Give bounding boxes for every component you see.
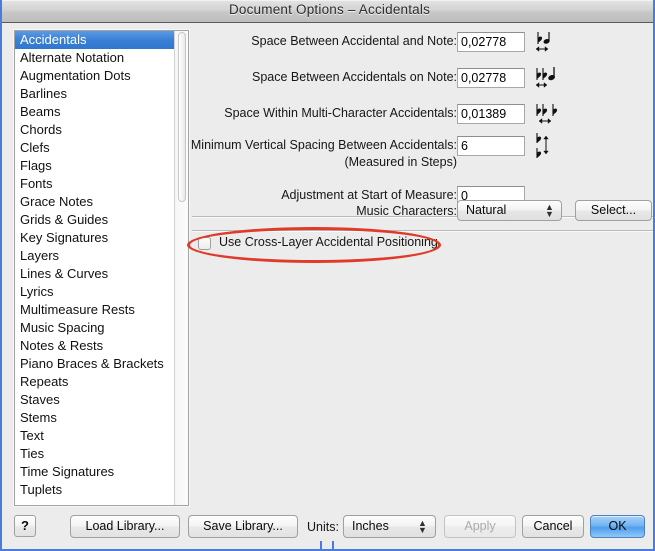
use-cross-layer-accidental-positioning-checkbox[interactable] — [198, 237, 211, 250]
sidebar-item-piano-braces-brackets[interactable]: Piano Braces & Brackets — [15, 355, 175, 373]
sidebar-item-label: Time Signatures — [20, 464, 114, 479]
sidebar-item-label: Staves — [20, 392, 60, 407]
load-library-button[interactable]: Load Library... — [70, 515, 180, 538]
double-flat-note-horizontal-space-icon — [534, 66, 570, 92]
sidebar-item-notes-rests[interactable]: Notes & Rests — [15, 337, 175, 355]
space-between-accidental-and-note-input[interactable] — [457, 32, 525, 52]
chevron-updown-icon: ▲▼ — [418, 520, 427, 535]
field-row-space-between-accidental-and-note: Space Between Accidental and Note: — [192, 32, 655, 54]
sidebar-item-label: Multimeasure Rests — [20, 302, 135, 317]
sidebar-item-label: Lyrics — [20, 284, 53, 299]
sidebar-item-label: Clefs — [20, 140, 50, 155]
sidebar-item-ties[interactable]: Ties — [15, 445, 175, 463]
sidebar-item-label: Fonts — [20, 176, 53, 191]
category-list: Accidentals Alternate Notation Augmentatio… — [15, 31, 175, 499]
sidebar-item-flags[interactable]: Flags — [15, 157, 175, 175]
sidebar-item-label: Flags — [20, 158, 52, 173]
minimum-vertical-spacing-input[interactable] — [457, 136, 525, 156]
window-title: Document Options – Accidentals — [2, 2, 655, 17]
flat-vertical-space-icon — [534, 132, 570, 158]
music-characters-value: Natural — [466, 203, 506, 217]
units-label: Units: — [307, 520, 339, 534]
category-listbox[interactable]: Accidentals Alternate Notation Augmentatio… — [14, 30, 189, 506]
sidebar-item-label: Key Signatures — [20, 230, 108, 245]
sidebar-item-stems[interactable]: Stems — [15, 409, 175, 427]
sidebar-item-key-signatures[interactable]: Key Signatures — [15, 229, 175, 247]
sidebar-item-label: Beams — [20, 104, 60, 119]
field-label: Space Between Accidental and Note: — [251, 34, 457, 48]
multi-character-flat-space-icon — [534, 102, 570, 128]
sidebar-item-lyrics[interactable]: Lyrics — [15, 283, 175, 301]
space-within-multi-character-accidentals-input[interactable] — [457, 104, 525, 124]
document-options-dialog: Document Options – Accidentals Accidenta… — [0, 0, 655, 551]
sidebar-item-barlines[interactable]: Barlines — [15, 85, 175, 103]
cancel-button[interactable]: Cancel — [522, 515, 584, 538]
sidebar-item-augmentation-dots[interactable]: Augmentation Dots — [15, 67, 175, 85]
sidebar-item-repeats[interactable]: Repeats — [15, 373, 175, 391]
sidebar-item-fonts[interactable]: Fonts — [15, 175, 175, 193]
field-label: Minimum Vertical Spacing Between Acciden… — [191, 138, 457, 152]
space-between-accidentals-on-note-input[interactable] — [457, 68, 525, 88]
sidebar-item-label: Repeats — [20, 374, 68, 389]
window-resize-handle[interactable] — [320, 541, 334, 551]
sidebar-item-label: Text — [20, 428, 44, 443]
titlebar-highlight — [2, 0, 655, 1]
sidebar-item-accidentals[interactable]: Accidentals — [15, 31, 175, 49]
chevron-updown-icon: ▲▼ — [545, 204, 554, 219]
field-label: Space Within Multi-Character Accidentals… — [224, 106, 457, 120]
sidebar-item-beams[interactable]: Beams — [15, 103, 175, 121]
music-characters-label: Music Characters: — [356, 204, 457, 218]
sidebar-item-alternate-notation[interactable]: Alternate Notation — [15, 49, 175, 67]
sidebar-item-label: Layers — [20, 248, 59, 263]
list-scrollbar[interactable] — [174, 31, 188, 505]
sidebar-item-tuplets[interactable]: Tuplets — [15, 481, 175, 499]
list-scrollbar-thumb[interactable] — [178, 32, 186, 202]
sidebar-item-label: Piano Braces & Brackets — [20, 356, 164, 371]
sidebar-item-chords[interactable]: Chords — [15, 121, 175, 139]
sidebar-item-label: Lines & Curves — [20, 266, 108, 281]
sidebar-item-music-spacing[interactable]: Music Spacing — [15, 319, 175, 337]
accidentals-options-panel: Space Between Accidental and Note: — [192, 28, 655, 498]
units-value: Inches — [352, 519, 389, 533]
sidebar-item-label: Accidentals — [20, 32, 86, 47]
separator-2 — [192, 230, 655, 231]
sidebar-item-clefs[interactable]: Clefs — [15, 139, 175, 157]
apply-button[interactable]: Apply — [444, 515, 516, 538]
help-button[interactable]: ? — [14, 515, 36, 537]
sidebar-item-time-signatures[interactable]: Time Signatures — [15, 463, 175, 481]
ok-button[interactable]: OK — [590, 515, 645, 538]
flat-note-horizontal-space-icon — [534, 30, 570, 56]
sidebar-item-multimeasure-rests[interactable]: Multimeasure Rests — [15, 301, 175, 319]
sidebar-item-label: Music Spacing — [20, 320, 105, 335]
sidebar-item-label: Grace Notes — [20, 194, 93, 209]
field-row-minimum-vertical-spacing: Minimum Vertical Spacing Between Acciden… — [192, 136, 655, 176]
sidebar-item-label: Barlines — [20, 86, 67, 101]
music-characters-select[interactable]: Natural ▲▼ — [457, 200, 562, 221]
select-music-characters-button[interactable]: Select... — [575, 200, 652, 221]
title-bar[interactable]: Document Options – Accidentals — [2, 0, 655, 23]
sidebar-item-label: Chords — [20, 122, 62, 137]
sidebar-item-label: Ties — [20, 446, 44, 461]
sidebar-item-label: Stems — [20, 410, 57, 425]
sidebar-item-label: Grids & Guides — [20, 212, 108, 227]
field-row-space-between-accidentals-on-note: Space Between Accidentals on Note: — [192, 68, 655, 90]
sidebar-item-text[interactable]: Text — [15, 427, 175, 445]
sidebar-item-label: Alternate Notation — [20, 50, 124, 65]
music-characters-row: Music Characters: Natural ▲▼ Select... — [192, 200, 655, 224]
field-label-sub: (Measured in Steps) — [344, 155, 457, 169]
sidebar-item-grace-notes[interactable]: Grace Notes — [15, 193, 175, 211]
sidebar-item-label: Augmentation Dots — [20, 68, 131, 83]
units-select[interactable]: Inches ▲▼ — [343, 515, 436, 538]
sidebar-item-label: Notes & Rests — [20, 338, 103, 353]
cross-layer-row: Use Cross-Layer Accidental Positioning — [192, 234, 655, 256]
sidebar-item-staves[interactable]: Staves — [15, 391, 175, 409]
field-row-space-within-multi-character-accidentals: Space Within Multi-Character Accidentals… — [192, 104, 655, 126]
sidebar-item-layers[interactable]: Layers — [15, 247, 175, 265]
save-library-button[interactable]: Save Library... — [188, 515, 298, 538]
sidebar-item-label: Tuplets — [20, 482, 62, 497]
sidebar-item-grids-guides[interactable]: Grids & Guides — [15, 211, 175, 229]
field-label: Space Between Accidentals on Note: — [252, 70, 457, 84]
sidebar-item-lines-curves[interactable]: Lines & Curves — [15, 265, 175, 283]
use-cross-layer-accidental-positioning-label: Use Cross-Layer Accidental Positioning — [219, 235, 438, 249]
